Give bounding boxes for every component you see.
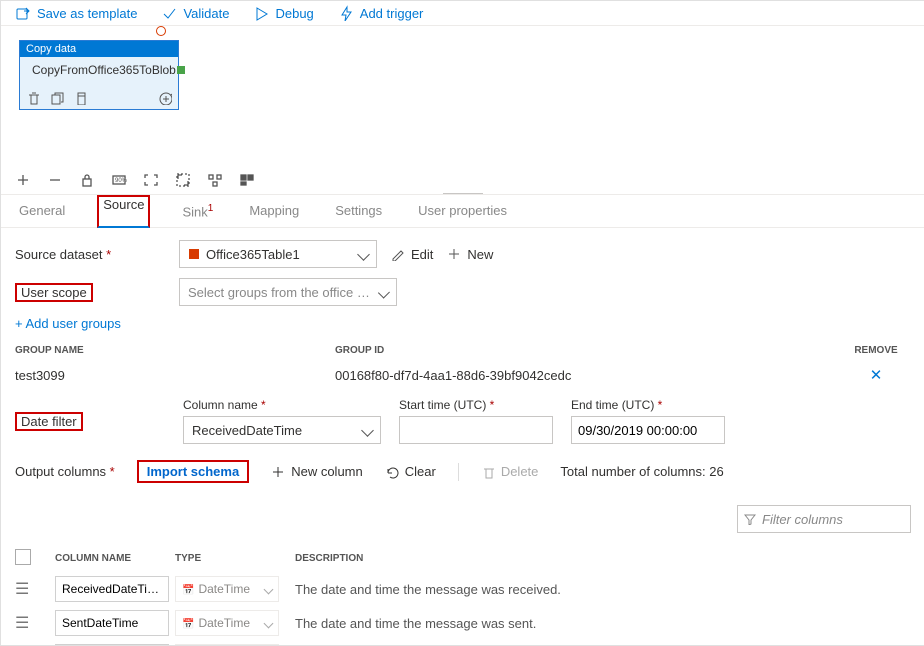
- activity-type-label: Copy data: [20, 41, 178, 57]
- panel-grip[interactable]: [443, 189, 483, 194]
- copy-data-activity[interactable]: Copy data CopyFromOffice365ToBlob: [19, 40, 179, 110]
- user-scope-label: User scope: [15, 285, 165, 300]
- filter-columns-input[interactable]: Filter columns: [737, 505, 911, 533]
- tab-mapping[interactable]: Mapping: [245, 195, 303, 227]
- source-dataset-label: Source dataset: [15, 247, 165, 262]
- start-time-input[interactable]: [399, 416, 553, 444]
- play-icon: [253, 5, 269, 21]
- zoom-out-icon[interactable]: [47, 172, 63, 188]
- schema-col-desc: DESCRIPTION: [295, 553, 911, 564]
- success-connector[interactable]: [177, 66, 185, 74]
- schema-col-type: TYPE: [175, 553, 295, 564]
- debug-button[interactable]: Debug: [253, 5, 313, 21]
- column-type-dropdown[interactable]: 📅DateTime: [175, 576, 279, 602]
- activity-name: CopyFromOffice365ToBlob: [32, 63, 176, 77]
- schema-row: ☰✓BooleanIndicates whether the message h…: [1, 640, 924, 646]
- drag-handle[interactable]: ☰: [15, 579, 55, 599]
- plus-icon: [271, 465, 285, 479]
- debug-label: Debug: [275, 6, 313, 21]
- user-scope-dropdown[interactable]: Select groups from the office 365 ten…: [179, 278, 397, 306]
- drag-handle[interactable]: ☰: [15, 613, 55, 633]
- column-description: The date and time the message was receiv…: [295, 582, 911, 597]
- validate-label: Validate: [183, 6, 229, 21]
- delete-icon[interactable]: [26, 91, 40, 105]
- remove-group-button[interactable]: ✕: [841, 366, 911, 384]
- divider: [458, 463, 459, 481]
- trigger-icon: [338, 5, 354, 21]
- breakpoint-indicator: [156, 26, 166, 36]
- group-row: test3099 00168f80-df7d-4aa1-88d6-39bf904…: [15, 360, 911, 390]
- group-name-cell: test3099: [15, 368, 335, 383]
- validate-button[interactable]: Validate: [161, 5, 229, 21]
- clear-columns-button[interactable]: Clear: [385, 464, 436, 479]
- group-id-cell: 00168f80-df7d-4aa1-88d6-39bf9042cedc: [335, 368, 841, 383]
- column-name-input[interactable]: [55, 576, 169, 602]
- copy-icon[interactable]: [50, 91, 64, 105]
- tab-sink[interactable]: Sink1: [178, 195, 217, 227]
- check-icon: [161, 5, 177, 21]
- tab-source[interactable]: Source: [97, 195, 150, 228]
- tab-general[interactable]: General: [15, 195, 69, 227]
- edit-dataset-button[interactable]: Edit: [391, 247, 433, 262]
- plus-icon: [447, 247, 461, 261]
- column-count-label: Total number of columns: 26: [560, 464, 723, 479]
- tab-settings[interactable]: Settings: [331, 195, 386, 227]
- save-as-template-button[interactable]: Save as template: [15, 5, 137, 21]
- schema-row: ☰ 📅DateTime The date and time the message …: [1, 572, 924, 606]
- delete-column-button: Delete: [481, 464, 539, 479]
- add-trigger-button[interactable]: Add trigger: [338, 5, 424, 21]
- column-description: The date and time the message was sent.: [295, 616, 911, 631]
- add-trigger-label: Add trigger: [360, 6, 424, 21]
- save-template-icon: [15, 5, 31, 21]
- column-type-dropdown[interactable]: 📅DateTime: [175, 610, 279, 636]
- align-icon[interactable]: [207, 172, 223, 188]
- source-dataset-dropdown[interactable]: Office365Table1: [179, 240, 377, 268]
- pencil-icon: [391, 247, 405, 261]
- office365-icon: [188, 248, 200, 260]
- pipeline-canvas[interactable]: Copy data CopyFromOffice365ToBlob: [1, 26, 924, 166]
- schema-col-name: COLUMN NAME: [55, 553, 175, 564]
- output-columns-label: Output columns: [15, 464, 115, 479]
- clone-icon[interactable]: [74, 91, 88, 105]
- date-filter-column-dropdown[interactable]: ReceivedDateTime: [183, 416, 381, 444]
- fullscreen-icon[interactable]: [175, 172, 191, 188]
- trash-icon: [481, 465, 495, 479]
- svg-text:90%: 90%: [115, 178, 127, 184]
- save-template-label: Save as template: [37, 6, 137, 21]
- column-name-label: Column name: [183, 398, 381, 412]
- tab-user-properties[interactable]: User properties: [414, 195, 511, 227]
- end-time-label: End time (UTC): [571, 398, 725, 412]
- start-time-label: Start time (UTC): [399, 398, 553, 412]
- col-remove: REMOVE: [841, 345, 911, 356]
- col-group-name: GROUP NAME: [15, 345, 335, 356]
- select-all-checkbox[interactable]: [15, 549, 31, 565]
- schema-row: ☰ 📅DateTime The date and time the message …: [1, 606, 924, 640]
- date-filter-label: Date filter: [15, 414, 165, 429]
- col-group-id: GROUP ID: [335, 345, 841, 356]
- expand-icon[interactable]: [158, 91, 172, 105]
- layout-icon[interactable]: [239, 172, 255, 188]
- fit-icon[interactable]: [143, 172, 159, 188]
- import-schema-button[interactable]: Import schema: [137, 460, 249, 483]
- lock-icon[interactable]: [79, 172, 95, 188]
- new-column-button[interactable]: New column: [271, 464, 363, 479]
- zoom-in-icon[interactable]: [15, 172, 31, 188]
- end-time-input[interactable]: [571, 416, 725, 444]
- new-dataset-button[interactable]: New: [447, 247, 493, 262]
- column-name-input[interactable]: [55, 610, 169, 636]
- zoom-percent-icon[interactable]: 90%: [111, 172, 127, 188]
- add-user-groups-button[interactable]: Add user groups: [15, 316, 121, 331]
- activity-tabs: General Source Sink1 Mapping Settings Us…: [1, 194, 924, 228]
- refresh-icon: [385, 465, 399, 479]
- filter-icon: [744, 513, 756, 525]
